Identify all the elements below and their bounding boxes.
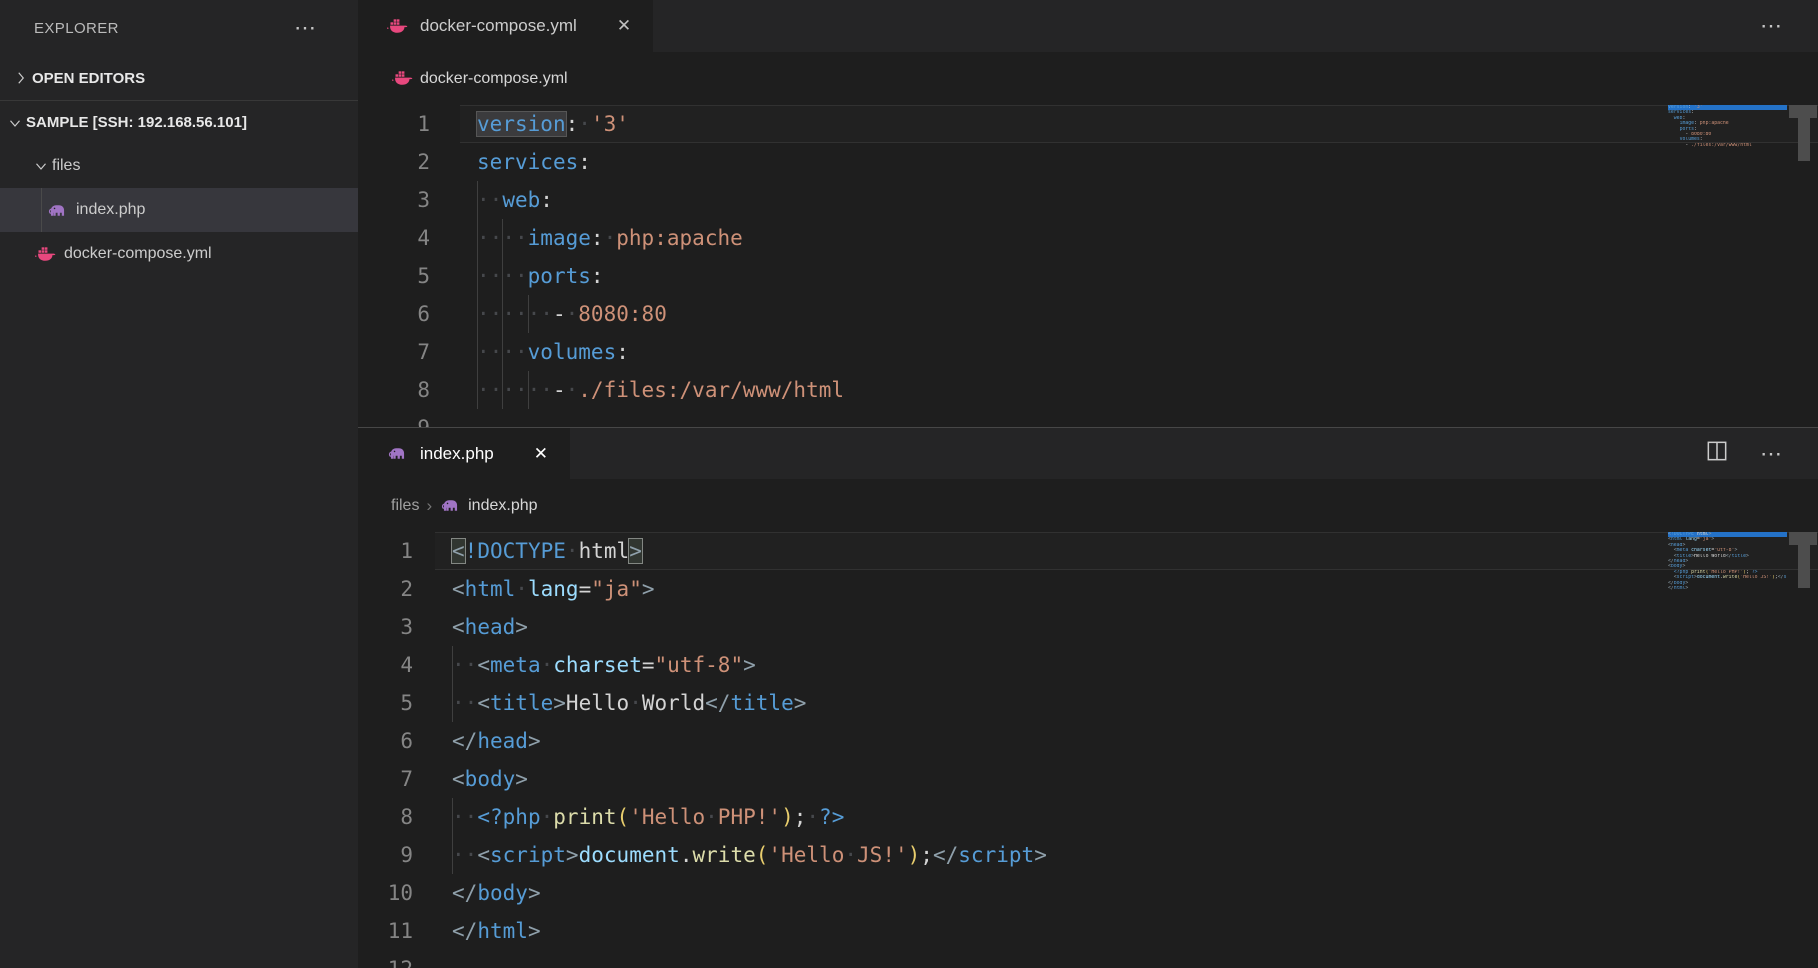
sidebar-header: EXPLORER ⋯: [0, 0, 358, 56]
docker-icon: [391, 68, 413, 90]
more-actions-icon[interactable]: ⋯: [294, 17, 318, 39]
code-line: 2services:: [358, 143, 1818, 181]
code-line: 6</head>: [358, 722, 1818, 760]
editor-groups: docker-compose.yml ✕ ⋯ docker-compose.ym…: [358, 0, 1818, 968]
tree-item-index-php[interactable]: index.php: [0, 188, 358, 232]
tab-bar: index.php ✕ ⋯: [358, 428, 1818, 479]
minimap[interactable]: version: '3'services: web: image: php:ap…: [1668, 105, 1787, 427]
chevron-separator-icon: ›: [426, 496, 432, 516]
docker-icon: [386, 15, 408, 37]
tab-label: index.php: [420, 444, 494, 464]
tab-docker-compose-yml[interactable]: docker-compose.yml ✕: [358, 0, 653, 52]
breadcrumb-item-index-php[interactable]: index.php: [439, 495, 537, 517]
code-line: 12: [358, 950, 1818, 968]
explorer-sidebar: EXPLORER ⋯ OPEN EDITORS SAMPLE [SSH: 192…: [0, 0, 358, 968]
code-editor[interactable]: 1version:·'3'2services:3··web:4····image…: [358, 105, 1818, 427]
breadcrumb-label: docker-compose.yml: [420, 70, 568, 88]
breadcrumb-item-docker-compose[interactable]: docker-compose.yml: [391, 68, 568, 90]
code-line: 9: [358, 409, 1818, 427]
file-label: docker-compose.yml: [64, 245, 212, 263]
more-actions-icon[interactable]: ⋯: [1760, 15, 1784, 37]
code-line: 7····volumes:: [358, 333, 1818, 371]
folder-label: files: [52, 157, 80, 175]
tree-indent-guide: [41, 188, 42, 232]
editor-group-index-php: index.php ✕ ⋯ files ›: [358, 427, 1818, 968]
file-label: index.php: [76, 201, 145, 219]
tab-bar: docker-compose.yml ✕ ⋯: [358, 0, 1818, 52]
close-icon[interactable]: ✕: [613, 14, 635, 38]
php-icon: [439, 495, 461, 517]
tree-item-docker-compose[interactable]: docker-compose.yml: [0, 232, 358, 276]
code-line: 2<html·lang="ja">: [358, 570, 1818, 608]
code-line: 5··<title>Hello·World</title>: [358, 684, 1818, 722]
code-line: 1version:·'3': [358, 105, 1818, 143]
php-icon: [46, 199, 68, 221]
code-line: 11</html>: [358, 912, 1818, 950]
more-actions-icon[interactable]: ⋯: [1760, 443, 1784, 465]
breadcrumb: files › index.php: [358, 479, 1818, 532]
code-line: 8······-·./files:/var/www/html: [358, 371, 1818, 409]
open-editors-section[interactable]: OPEN EDITORS: [0, 56, 358, 100]
php-icon: [386, 443, 408, 465]
chevron-right-icon: [10, 67, 32, 89]
chevron-down-icon: [4, 112, 26, 134]
editor-group-docker-compose: docker-compose.yml ✕ ⋯ docker-compose.ym…: [358, 0, 1818, 427]
scrollbar[interactable]: [1787, 532, 1818, 968]
split-editor-icon[interactable]: [1704, 438, 1730, 469]
tab-index-php[interactable]: index.php ✕: [358, 428, 570, 479]
code-line: 10</body>: [358, 874, 1818, 912]
breadcrumb-label: files: [391, 497, 419, 515]
docker-icon: [34, 243, 56, 265]
breadcrumb-item-files[interactable]: files: [391, 497, 419, 515]
code-line: 7<body>: [358, 760, 1818, 798]
code-line: 6······-·8080:80: [358, 295, 1818, 333]
scrollbar-thumb[interactable]: [1798, 532, 1810, 588]
breadcrumb: docker-compose.yml: [358, 52, 1818, 105]
code-line: 8··<?php·print('Hello·PHP!');·?>: [358, 798, 1818, 836]
scrollbar-thumb[interactable]: [1798, 105, 1810, 161]
tab-label: docker-compose.yml: [420, 16, 577, 36]
code-line: 3··web:: [358, 181, 1818, 219]
tree-item-files[interactable]: files: [0, 144, 358, 188]
code-line: 5····ports:: [358, 257, 1818, 295]
workspace-label: SAMPLE [SSH: 192.168.56.101]: [26, 114, 247, 131]
code-line: 1<!DOCTYPE·html>: [358, 532, 1818, 570]
scrollbar[interactable]: [1787, 105, 1818, 427]
sidebar-title: EXPLORER: [34, 20, 294, 37]
breadcrumb-label: index.php: [468, 497, 537, 515]
workspace-section[interactable]: SAMPLE [SSH: 192.168.56.101]: [0, 100, 358, 144]
code-line: 4····image:·php:apache: [358, 219, 1818, 257]
code-editor[interactable]: 1<!DOCTYPE·html>2<html·lang="ja">3<head>…: [358, 532, 1818, 968]
close-icon[interactable]: ✕: [530, 442, 552, 466]
minimap[interactable]: <!DOCTYPE html><html lang="ja"><head> <m…: [1668, 532, 1787, 968]
open-editors-label: OPEN EDITORS: [32, 70, 145, 87]
code-line: 9··<script>document.write('Hello·JS!');<…: [358, 836, 1818, 874]
chevron-down-icon: [30, 155, 52, 177]
code-line: 3<head>: [358, 608, 1818, 646]
code-line: 4··<meta·charset="utf-8">: [358, 646, 1818, 684]
